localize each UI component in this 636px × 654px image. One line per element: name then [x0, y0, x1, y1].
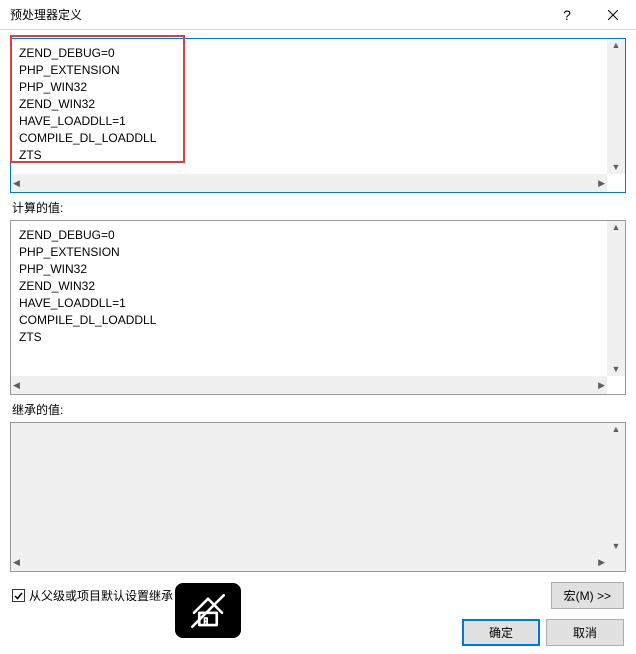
computed-label: 计算的值:	[12, 199, 626, 216]
ok-button[interactable]: 确定	[462, 619, 540, 646]
scroll-up-icon: ▲	[612, 223, 621, 232]
vertical-scrollbar[interactable]: ▲ ▼	[607, 39, 625, 174]
vertical-scrollbar[interactable]: ▲ ▼	[607, 221, 625, 376]
inherited-values-box: ▲ ▼ ◀ ▶	[10, 422, 626, 572]
horizontal-scrollbar[interactable]: ◀ ▶	[11, 174, 607, 192]
watermark-badge	[175, 583, 241, 638]
footer-row: 从父级或项目默认设置继承 宏(M) >>	[10, 582, 626, 609]
computed-values-box: ZEND_DEBUG=0 PHP_EXTENSION PHP_WIN32 ZEN…	[10, 220, 626, 395]
scroll-left-icon: ◀	[13, 558, 20, 567]
inherited-label: 继承的值:	[12, 401, 626, 418]
scroll-down-icon: ▼	[612, 163, 621, 172]
inherit-checkbox-row[interactable]: 从父级或项目默认设置继承	[12, 587, 551, 604]
help-button[interactable]: ?	[544, 0, 590, 30]
scroll-left-icon: ◀	[13, 179, 20, 188]
inherited-text	[11, 423, 607, 553]
scroll-down-icon: ▼	[612, 542, 621, 551]
definitions-editor[interactable]: ZEND_DEBUG=0 PHP_EXTENSION PHP_WIN32 ZEN…	[10, 38, 626, 193]
title-bar: 预处理器定义 ?	[0, 0, 636, 30]
scroll-right-icon: ▶	[598, 558, 605, 567]
macro-button[interactable]: 宏(M) >>	[551, 582, 624, 609]
horizontal-scrollbar[interactable]: ◀ ▶	[11, 376, 607, 394]
horizontal-scrollbar[interactable]: ◀ ▶	[11, 553, 607, 571]
scroll-up-icon: ▲	[612, 425, 621, 434]
close-button[interactable]	[590, 0, 636, 30]
scroll-left-icon: ◀	[13, 381, 20, 390]
no-translate-icon	[187, 590, 229, 632]
computed-text: ZEND_DEBUG=0 PHP_EXTENSION PHP_WIN32 ZEN…	[11, 221, 607, 376]
inherit-label: 从父级或项目默认设置继承	[29, 587, 173, 604]
definitions-text[interactable]: ZEND_DEBUG=0 PHP_EXTENSION PHP_WIN32 ZEN…	[11, 39, 607, 174]
cancel-button[interactable]: 取消	[546, 619, 624, 646]
checkmark-icon	[13, 590, 24, 601]
dialog-content: ZEND_DEBUG=0 PHP_EXTENSION PHP_WIN32 ZEN…	[0, 30, 636, 654]
vertical-scrollbar[interactable]: ▲ ▼	[607, 423, 625, 553]
inherit-checkbox[interactable]	[12, 589, 25, 602]
close-icon	[608, 10, 618, 20]
scroll-right-icon: ▶	[598, 179, 605, 188]
scroll-down-icon: ▼	[612, 365, 621, 374]
window-title: 预处理器定义	[10, 6, 544, 23]
dialog-buttons: 确定 取消	[10, 619, 626, 646]
scroll-up-icon: ▲	[612, 41, 621, 50]
scroll-right-icon: ▶	[598, 381, 605, 390]
